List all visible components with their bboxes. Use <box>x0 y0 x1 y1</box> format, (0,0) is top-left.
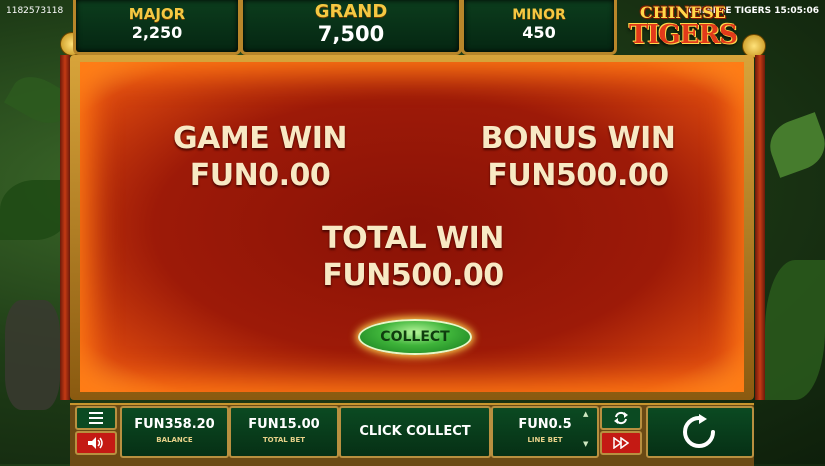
jackpot-grand: GRAND 7,500 <box>240 0 462 55</box>
logo-line2: TIGERS <box>629 20 738 50</box>
jackpot-minor-value: 450 <box>522 23 556 42</box>
total-bet-value: FUN15.00 <box>248 417 320 432</box>
menu-icon <box>89 412 103 424</box>
win-summary-panel: GAME WIN FUN0.00 BONUS WIN FUN500.00 TOT… <box>80 62 744 392</box>
stepper-down-icon[interactable]: ▼ <box>583 440 588 448</box>
total-bet-label: TOTAL BET <box>262 436 306 444</box>
jackpot-minor-label: MINOR <box>512 7 566 23</box>
fast-forward-icon <box>613 436 630 450</box>
jungle-leaf <box>765 260 825 400</box>
game-win-label: GAME WIN <box>173 121 348 156</box>
game-logo: CHINESE TIGERS <box>613 0 753 58</box>
total-win-value: FUN500.00 <box>322 258 504 293</box>
balance-label: BALANCE <box>156 436 193 444</box>
game-win: GAME WIN FUN0.00 <box>160 120 360 194</box>
balance-panel: FUN358.20 BALANCE <box>120 406 229 458</box>
line-bet-label: LINE BET <box>527 436 563 444</box>
game-win-value: FUN0.00 <box>189 158 331 193</box>
jungle-leaf <box>763 112 825 178</box>
bonus-win-label: BONUS WIN <box>480 121 676 156</box>
jungle-leaf <box>5 300 60 410</box>
menu-button[interactable] <box>75 406 117 430</box>
jackpot-grand-value: 7,500 <box>317 22 385 46</box>
jackpot-major: MAJOR 2,250 <box>73 0 241 55</box>
status-panel: CLICK COLLECT <box>339 406 491 458</box>
bonus-win-value: FUN500.00 <box>487 158 669 193</box>
jackpot-grand-label: GRAND <box>314 1 388 22</box>
sound-button[interactable] <box>75 431 117 455</box>
line-bet-stepper[interactable]: ▲ ▼ <box>583 410 591 450</box>
turbo-button[interactable] <box>600 431 642 455</box>
spin-button[interactable] <box>646 406 754 458</box>
balance-value: FUN358.20 <box>134 417 215 432</box>
collect-button[interactable]: COLLECT <box>358 319 472 355</box>
jackpot-major-label: MAJOR <box>128 5 186 23</box>
stepper-up-icon[interactable]: ▲ <box>583 410 588 418</box>
left-pillar <box>60 55 70 400</box>
status-text: CLICK COLLECT <box>359 424 471 439</box>
autoplay-button[interactable] <box>600 406 642 430</box>
jackpot-major-value: 2,250 <box>131 23 183 42</box>
bonus-win: BONUS WIN FUN500.00 <box>478 120 678 194</box>
session-id: 1182573118 <box>6 6 64 16</box>
right-pillar <box>755 55 765 400</box>
line-bet-value: FUN0.5 <box>518 417 572 432</box>
jackpot-minor: MINOR 450 <box>461 0 617 55</box>
total-bet-panel[interactable]: FUN15.00 TOTAL BET <box>229 406 339 458</box>
total-win: TOTAL WIN FUN500.00 <box>313 220 513 294</box>
spin-icon <box>683 414 715 448</box>
autoplay-icon <box>614 411 628 425</box>
speaker-icon <box>88 437 103 449</box>
total-win-label: TOTAL WIN <box>322 221 504 256</box>
